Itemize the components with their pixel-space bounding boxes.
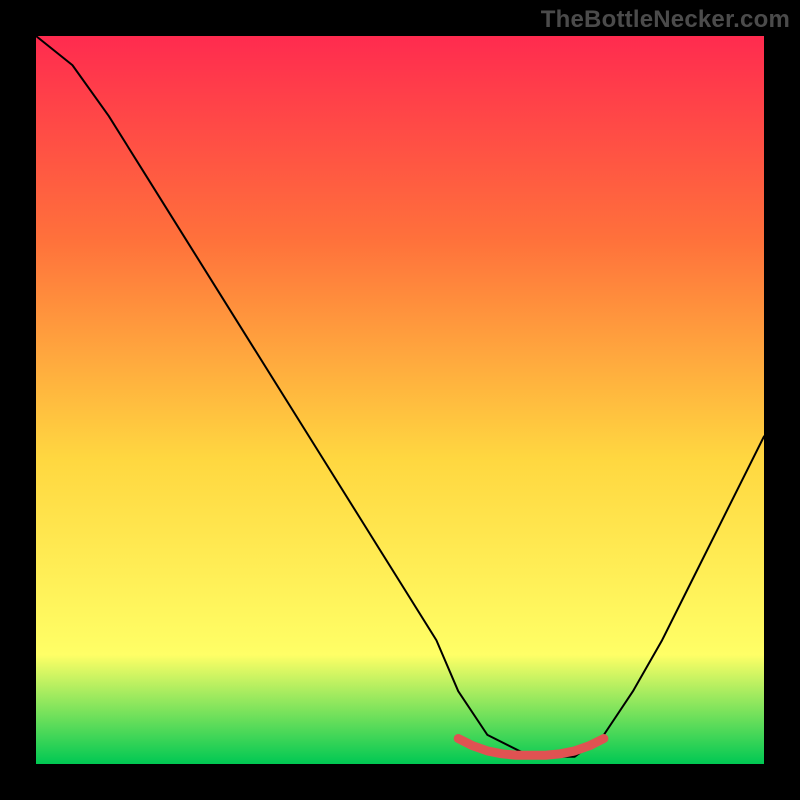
plot-svg (36, 36, 764, 764)
chart-frame: TheBottleNecker.com (0, 0, 800, 800)
watermark-text: TheBottleNecker.com (541, 6, 790, 34)
plot-area (36, 36, 764, 764)
